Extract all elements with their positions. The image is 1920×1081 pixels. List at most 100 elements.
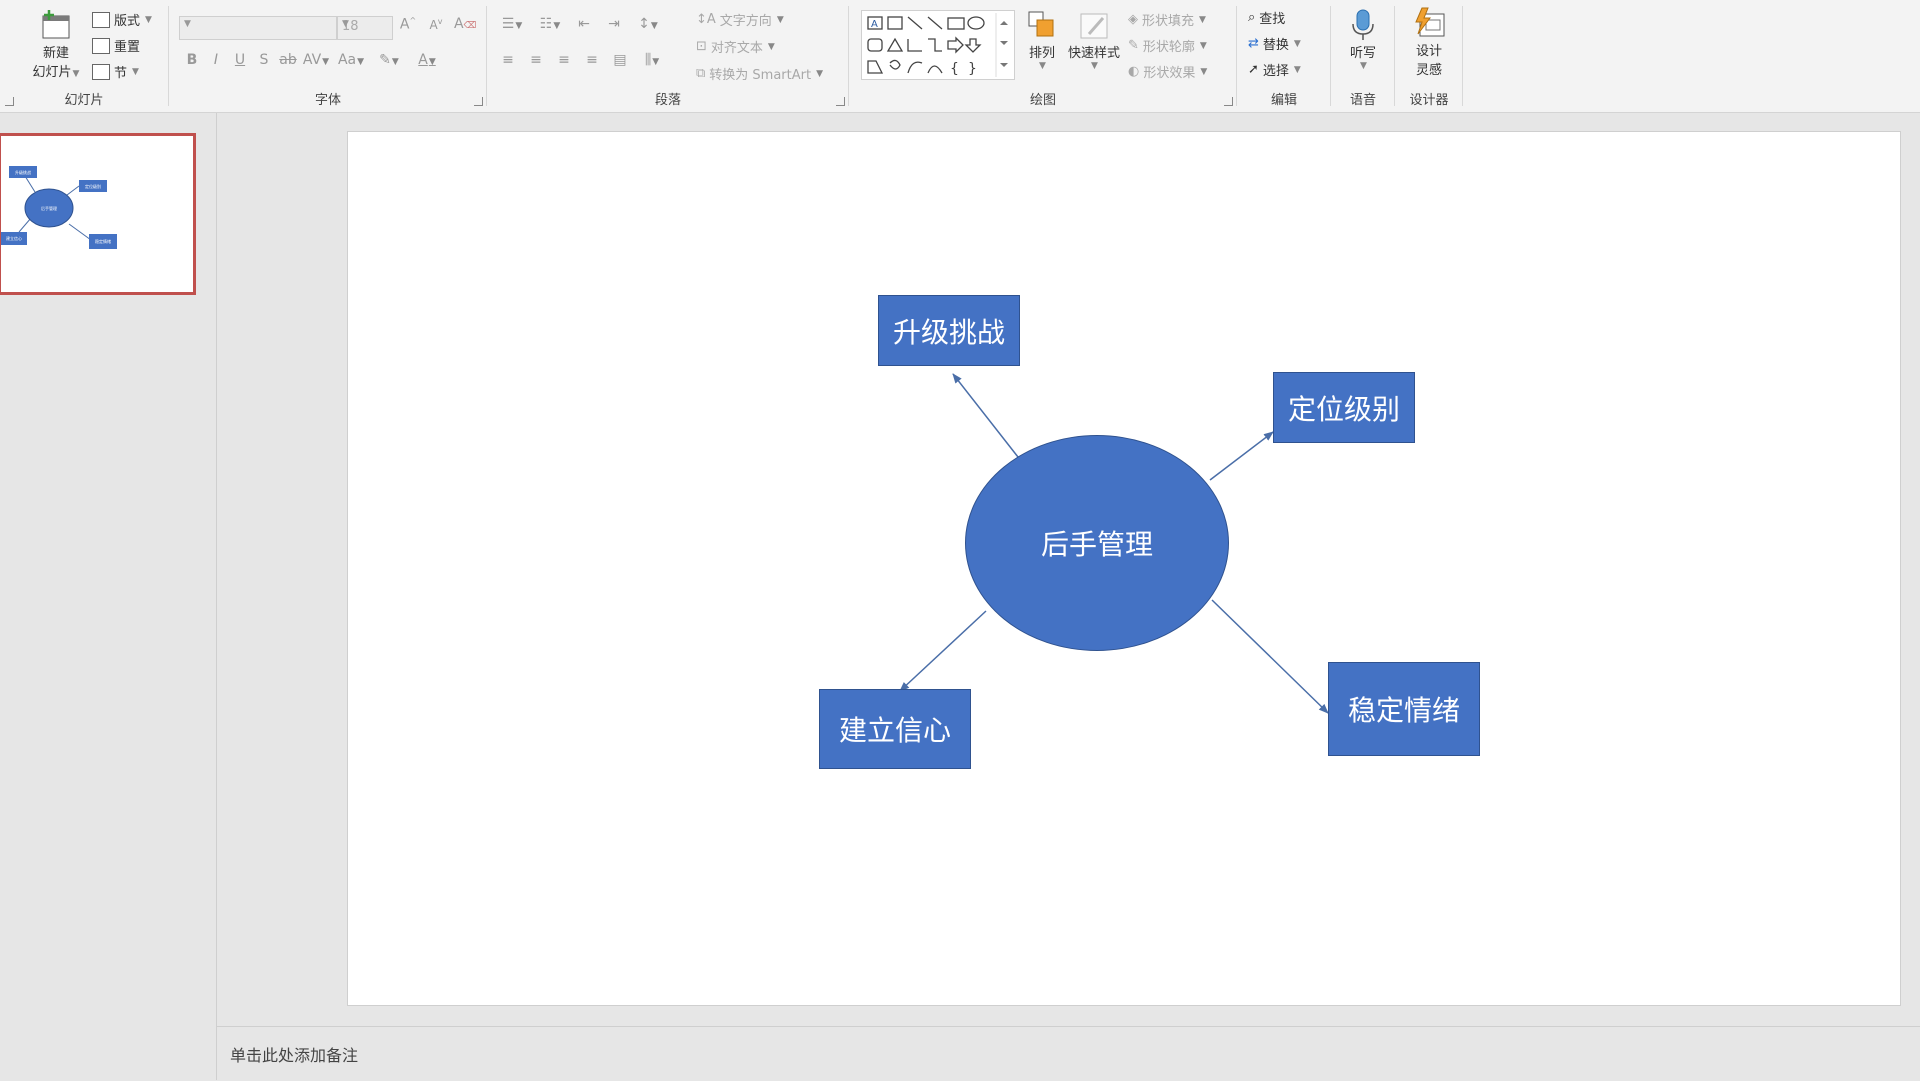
new-slide-icon bbox=[42, 10, 70, 39]
font-group-label: 字体 bbox=[314, 93, 341, 108]
dictate-button[interactable]: 听写 ▼ bbox=[1342, 8, 1384, 71]
lightning-icon bbox=[1415, 7, 1445, 37]
voice-group-label: 语音 bbox=[1349, 93, 1376, 108]
chevron-down-icon: ▼ bbox=[145, 14, 152, 25]
clear-formatting-icon[interactable]: A⌫ bbox=[454, 16, 476, 32]
distributed-icon[interactable]: ▤ bbox=[610, 52, 630, 68]
thumb-node-3-text: 建立信心 bbox=[6, 235, 22, 241]
shape-fill-button[interactable]: ◈ 形状填充 ▼ bbox=[1128, 10, 1206, 29]
divider bbox=[1394, 6, 1395, 106]
arrow-to-stabilize-emotion[interactable] bbox=[1211, 599, 1329, 714]
arrow-to-upgrade-challenge[interactable] bbox=[952, 373, 1019, 458]
editing-group: ⌕ 查找 ⇄ 替换 ▼ ➚ 选择 ▼ 编辑 bbox=[1238, 0, 1330, 112]
arrange-label: 排列 bbox=[1028, 46, 1055, 61]
font-name-combo[interactable]: ▼ bbox=[179, 16, 337, 40]
decrease-font-icon[interactable]: Av bbox=[426, 17, 446, 32]
layout-button[interactable]: 版式 ▼ bbox=[92, 10, 152, 29]
text-direction-button[interactable]: ↕A 文字方向 ▼ bbox=[696, 10, 784, 29]
align-right-icon[interactable]: ≡ bbox=[554, 52, 574, 68]
node-stabilize-emotion-text[interactable]: 稳定情绪 bbox=[1348, 689, 1460, 729]
select-button[interactable]: ➚ 选择 ▼ bbox=[1248, 60, 1301, 79]
node-position-level[interactable]: 定位级别 bbox=[1273, 372, 1415, 443]
slide-thumbnail-pane: 后手管理 升级挑战 定位级别 建立信心 稳定情绪 bbox=[0, 113, 217, 1080]
highlight-icon[interactable]: ✎▼ bbox=[372, 52, 406, 68]
numbering-icon[interactable]: ☷▼ bbox=[536, 16, 564, 32]
new-slide-label-1: 新建 bbox=[42, 46, 69, 61]
shapes-icon: A { } bbox=[867, 13, 1008, 77]
notes-pane[interactable]: 单击此处添加备注 bbox=[217, 1026, 1920, 1081]
select-label: 选择 bbox=[1262, 64, 1289, 79]
editing-group-label: 编辑 bbox=[1270, 93, 1297, 108]
new-slide-label-2: 幻灯片 bbox=[32, 65, 72, 80]
microphone-icon bbox=[1352, 9, 1374, 40]
strikethrough-icon[interactable]: ab bbox=[278, 52, 298, 68]
divider bbox=[486, 6, 487, 106]
svg-text:{: { bbox=[950, 61, 959, 77]
node-build-confidence-text[interactable]: 建立信心 bbox=[839, 709, 951, 749]
align-left-icon[interactable]: ≡ bbox=[498, 52, 518, 68]
align-text-button[interactable]: ⊡ 对齐文本 ▼ bbox=[696, 37, 775, 56]
line-spacing-icon[interactable]: ↕▼ bbox=[634, 16, 662, 32]
section-button[interactable]: 节 ▼ bbox=[92, 62, 139, 81]
slides-group-label: 幻灯片 bbox=[64, 93, 104, 108]
center-text[interactable]: 后手管理 bbox=[1041, 523, 1153, 563]
smartart-icon: ⧉ bbox=[696, 66, 706, 81]
slide-canvas[interactable]: 后手管理 升级挑战 定位级别 建立信心 稳定情绪 bbox=[347, 131, 1901, 1006]
convert-smartart-button[interactable]: ⧉ 转换为 SmartArt ▼ bbox=[696, 64, 823, 83]
search-icon: ⌕ bbox=[1248, 10, 1256, 25]
divider bbox=[1330, 6, 1331, 106]
paragraph-group-label: 段落 bbox=[654, 93, 681, 108]
increase-font-icon[interactable]: A^ bbox=[398, 16, 418, 33]
svg-text:A: A bbox=[871, 19, 878, 30]
node-position-level-text[interactable]: 定位级别 bbox=[1288, 388, 1400, 428]
columns-icon[interactable]: ⫼▼ bbox=[638, 52, 666, 68]
shape-outline-button[interactable]: ✎ 形状轮廓 ▼ bbox=[1128, 36, 1207, 55]
increase-indent-icon[interactable]: ⇥ bbox=[604, 16, 624, 32]
shape-effects-label: 形状效果 bbox=[1143, 66, 1196, 81]
notes-placeholder: 单击此处添加备注 bbox=[230, 1046, 359, 1065]
font-size-combo[interactable]: 18 ▼ bbox=[337, 16, 393, 40]
layout-label: 版式 bbox=[114, 14, 141, 29]
replace-label: 替换 bbox=[1262, 38, 1289, 53]
align-center-icon[interactable]: ≡ bbox=[526, 52, 546, 68]
paragraph-group: ☰▼ ☷▼ ⇤ ⇥ ↕▼ ↕A 文字方向 ▼ ⊡ 对齐文本 ▼ ⧉ 转换为 Smar… bbox=[488, 0, 848, 112]
node-upgrade-challenge[interactable]: 升级挑战 bbox=[878, 295, 1020, 366]
italic-icon[interactable]: I bbox=[206, 52, 226, 68]
node-build-confidence[interactable]: 建立信心 bbox=[819, 689, 971, 769]
slide-thumbnail-1[interactable]: 后手管理 升级挑战 定位级别 建立信心 稳定情绪 bbox=[0, 133, 196, 295]
node-stabilize-emotion[interactable]: 稳定情绪 bbox=[1328, 662, 1480, 756]
shapes-gallery[interactable]: A { } bbox=[861, 10, 1015, 80]
designer-group-label: 设计器 bbox=[1409, 93, 1449, 108]
underline-icon[interactable]: U bbox=[230, 52, 250, 68]
arrow-to-position-level[interactable] bbox=[1209, 431, 1274, 481]
chevron-down-icon: ▼ bbox=[1091, 61, 1098, 71]
drawing-group-label: 绘图 bbox=[1029, 93, 1056, 108]
quick-styles-button[interactable]: 快速样式 ▼ bbox=[1066, 8, 1122, 71]
layout-icon bbox=[92, 11, 110, 28]
align-text-label: 对齐文本 bbox=[710, 41, 763, 56]
shadow-icon[interactable]: S bbox=[254, 52, 274, 68]
replace-button[interactable]: ⇄ 替换 ▼ bbox=[1248, 34, 1301, 53]
arrange-button[interactable]: 排列 ▼ bbox=[1022, 8, 1062, 71]
shape-effects-button[interactable]: ◐ 形状效果 ▼ bbox=[1128, 62, 1207, 81]
shape-outline-label: 形状轮廓 bbox=[1142, 40, 1195, 55]
reset-button[interactable]: 重置 bbox=[92, 36, 140, 55]
font-color-icon[interactable]: A▼ bbox=[410, 52, 444, 68]
arrow-to-build-confidence[interactable] bbox=[899, 610, 987, 692]
bullets-icon[interactable]: ☰▼ bbox=[498, 16, 526, 32]
slides-group: 新建 幻灯片▼ 版式 ▼ 重置 节 ▼ 幻灯片 bbox=[0, 0, 168, 112]
find-button[interactable]: ⌕ 查找 bbox=[1248, 8, 1285, 27]
new-slide-button[interactable]: 新建 幻灯片▼ bbox=[28, 8, 84, 80]
node-upgrade-challenge-text[interactable]: 升级挑战 bbox=[893, 311, 1005, 351]
ribbon: 新建 幻灯片▼ 版式 ▼ 重置 节 ▼ 幻灯片 ▼ 18 ▼ A^ Av A⌫ … bbox=[0, 0, 1920, 113]
bold-icon[interactable]: B bbox=[182, 52, 202, 68]
divider bbox=[1462, 6, 1463, 106]
center-ellipse[interactable]: 后手管理 bbox=[965, 435, 1229, 651]
thumb-node-1-text: 升级挑战 bbox=[15, 169, 31, 175]
design-ideas-button[interactable]: 设计 灵感 bbox=[1404, 6, 1454, 78]
char-spacing-icon[interactable]: AV▼ bbox=[302, 52, 330, 68]
decrease-indent-icon[interactable]: ⇤ bbox=[574, 16, 594, 32]
section-icon bbox=[92, 63, 110, 80]
change-case-icon[interactable]: Aa▼ bbox=[334, 52, 368, 68]
justify-icon[interactable]: ≡ bbox=[582, 52, 602, 68]
